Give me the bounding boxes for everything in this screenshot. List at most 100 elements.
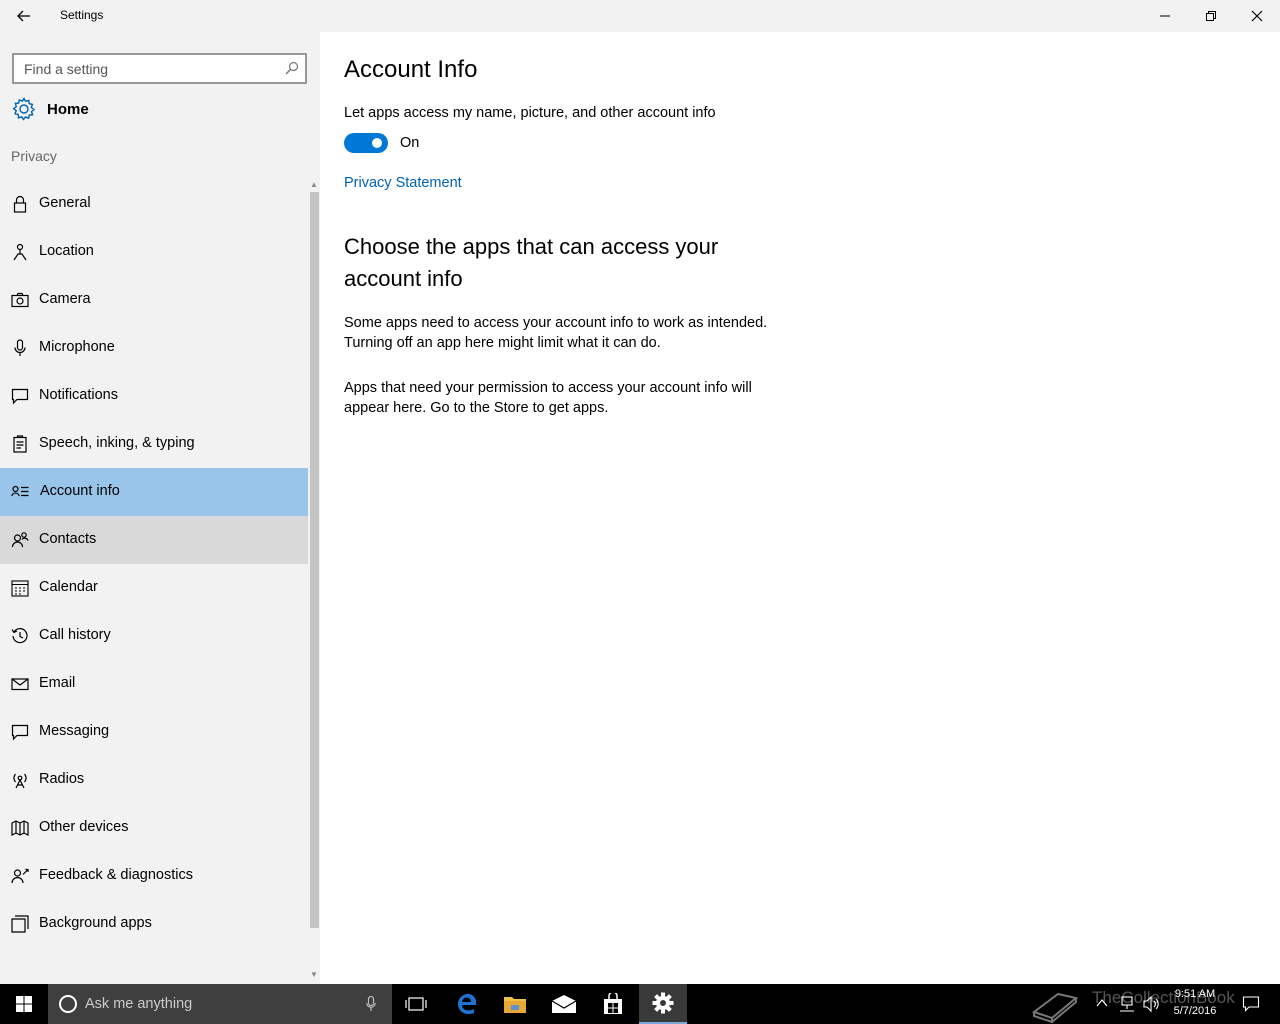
store-paragraph: Apps that need your permission to access… xyxy=(344,380,752,416)
folder-icon xyxy=(504,997,526,1013)
scroll-down-icon[interactable]: ▼ xyxy=(310,970,318,979)
sidebar-item-label: Calendar xyxy=(39,579,98,595)
gear-icon xyxy=(12,97,36,121)
camera-icon xyxy=(11,292,29,308)
toggle-knob xyxy=(372,138,382,148)
scroll-up-icon[interactable]: ▲ xyxy=(310,180,318,189)
window-title: Settings xyxy=(60,8,104,22)
section-label: Privacy xyxy=(11,148,57,164)
sidebar-scrollbar[interactable]: ▲ ▼ xyxy=(308,180,320,984)
contacts-icon xyxy=(11,532,29,548)
info-paragraph: Some apps need to access your account in… xyxy=(344,315,768,351)
home-label: Home xyxy=(47,100,89,118)
sidebar-item-call-history[interactable]: Call history xyxy=(0,612,308,660)
file-explorer-button[interactable] xyxy=(491,984,539,1024)
devices-icon xyxy=(11,820,29,836)
scroll-thumb[interactable] xyxy=(310,192,319,928)
title-bar: Settings xyxy=(0,0,1280,32)
account-info-toggle[interactable] xyxy=(344,133,388,153)
action-center-icon[interactable] xyxy=(1242,995,1260,1013)
sidebar-item-label: General xyxy=(39,195,91,211)
sidebar-item-account-info[interactable]: Account info xyxy=(0,468,308,516)
lock-icon xyxy=(13,195,27,213)
email-icon xyxy=(11,678,29,691)
store-icon xyxy=(604,993,622,1014)
feedback-icon xyxy=(11,868,29,884)
search-icon[interactable] xyxy=(285,61,299,75)
sidebar-item-background-apps[interactable]: Background apps xyxy=(0,900,308,948)
notifications-icon xyxy=(11,388,29,405)
sidebar-item-label: Other devices xyxy=(39,819,129,835)
close-icon xyxy=(1251,10,1263,22)
sidebar-item-label: Microphone xyxy=(39,339,115,355)
sidebar-item-label: Feedback & diagnostics xyxy=(39,867,193,883)
back-arrow-icon xyxy=(17,10,30,22)
restore-icon xyxy=(1206,11,1216,21)
edge-icon xyxy=(458,994,477,1014)
mail-icon xyxy=(551,995,577,1013)
page-title: Account Info xyxy=(344,56,478,83)
search-input[interactable]: Find a setting xyxy=(24,61,108,77)
sidebar-item-location[interactable]: Location xyxy=(0,228,308,276)
sidebar-item-other-devices[interactable]: Other devices xyxy=(0,804,308,852)
sidebar-item-messaging[interactable]: Messaging xyxy=(0,708,308,756)
cortana-icon xyxy=(59,995,77,1013)
sidebar-item-calendar[interactable]: Calendar xyxy=(0,564,308,612)
history-icon xyxy=(11,628,28,644)
sidebar-item-general[interactable]: General xyxy=(0,180,308,228)
privacy-nav: General Location Camera Microphone Notif… xyxy=(0,180,308,948)
location-icon xyxy=(13,243,27,261)
close-button[interactable] xyxy=(1234,0,1280,32)
sidebar-item-notifications[interactable]: Notifications xyxy=(0,372,308,420)
background-apps-icon xyxy=(11,915,29,933)
messaging-icon xyxy=(11,724,29,741)
clock-date[interactable]: 5/7/2016 xyxy=(1166,1005,1224,1017)
sidebar-item-feedback[interactable]: Feedback & diagnostics xyxy=(0,852,308,900)
settings-app-button[interactable] xyxy=(639,984,687,1024)
home-link[interactable]: Home xyxy=(12,96,302,122)
network-icon[interactable] xyxy=(1118,996,1136,1012)
search-box[interactable]: Find a setting xyxy=(12,53,307,84)
sidebar-item-radios[interactable]: Radios xyxy=(0,756,308,804)
sidebar-item-email[interactable]: Email xyxy=(0,660,308,708)
chevron-up-icon[interactable] xyxy=(1096,998,1108,1008)
windows-logo-icon xyxy=(16,996,32,1012)
volume-icon[interactable] xyxy=(1142,996,1160,1012)
sidebar-item-label: Camera xyxy=(39,291,91,307)
sidebar-item-microphone[interactable]: Microphone xyxy=(0,324,308,372)
cortana-search-input[interactable]: Ask me anything xyxy=(85,996,192,1012)
sidebar-item-label: Speech, inking, & typing xyxy=(39,435,195,451)
sidebar-item-contacts[interactable]: Contacts xyxy=(0,516,308,564)
privacy-statement-link[interactable]: Privacy Statement xyxy=(344,175,462,191)
clock-time[interactable]: 9:51 AM xyxy=(1170,988,1220,1000)
sidebar-item-label: Account info xyxy=(40,483,120,499)
cortana-search-box[interactable]: Ask me anything xyxy=(48,984,392,1024)
minimize-icon xyxy=(1160,15,1170,17)
sidebar-item-speech[interactable]: Speech, inking, & typing xyxy=(0,420,308,468)
minimize-button[interactable] xyxy=(1142,0,1188,32)
toggle-description: Let apps access my name, picture, and ot… xyxy=(344,105,716,121)
start-button[interactable] xyxy=(0,984,48,1024)
apps-access-heading: Choose the apps that can access your acc… xyxy=(344,234,719,291)
taskbar: Ask me anything TheCollectionBook 9:51 A… xyxy=(0,984,1280,1024)
sidebar-item-label: Contacts xyxy=(39,531,97,547)
toggle-state-label: On xyxy=(400,135,420,151)
book-logo-icon xyxy=(1031,992,1079,1024)
mail-button[interactable] xyxy=(540,984,588,1024)
task-view-button[interactable] xyxy=(392,984,440,1024)
back-button[interactable] xyxy=(0,0,48,32)
store-button[interactable] xyxy=(589,984,637,1024)
radios-icon xyxy=(13,773,27,789)
sidebar-item-label: Notifications xyxy=(39,387,118,403)
gear-icon xyxy=(652,992,674,1014)
calendar-icon xyxy=(11,580,29,597)
speech-icon xyxy=(13,435,27,453)
sidebar-item-label: Messaging xyxy=(39,723,110,739)
sidebar: Find a setting Home Privacy General Loca… xyxy=(0,32,320,984)
sidebar-item-camera[interactable]: Camera xyxy=(0,276,308,324)
restore-button[interactable] xyxy=(1188,0,1234,32)
microphone-icon xyxy=(14,339,26,356)
edge-button[interactable] xyxy=(443,984,491,1024)
microphone-icon[interactable] xyxy=(366,996,376,1012)
sidebar-item-label: Location xyxy=(39,243,94,259)
